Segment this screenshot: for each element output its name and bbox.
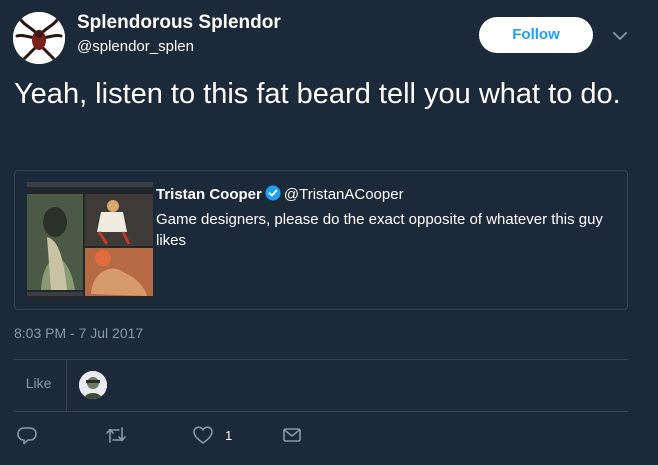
quoted-author[interactable]: Tristan Cooper @TristanACooper [156,185,404,205]
divider-top [14,359,628,360]
quoted-author-name[interactable]: Tristan Cooper [156,186,262,203]
quoted-tweet-text: Game designers, please do the exact oppo… [156,211,603,249]
tweet-timestamp[interactable]: 8:03 PM - 7 Jul 2017 [14,325,143,341]
like-stats-count: 1 [14,375,22,391]
like-count: 1 [225,428,233,443]
retweet-icon [104,424,128,446]
quoted-tweet[interactable]: Tristan Cooper @TristanACooper Game desig… [14,170,628,310]
caret-down-icon[interactable] [610,26,630,46]
tweet-text: Yeah, listen to this fat beard tell you … [14,78,621,110]
stats-divider [66,360,67,411]
retweet-button[interactable] [104,424,128,448]
follow-button[interactable]: Follow [479,17,593,53]
liker-avatar[interactable] [79,371,107,399]
user-avatar[interactable] [13,12,65,64]
direct-message-button[interactable] [281,424,303,448]
reply-icon [16,424,38,446]
user-handle[interactable]: @splendor_splen [77,38,194,55]
like-button[interactable] [192,424,214,448]
verified-icon [265,185,281,205]
quoted-tweet-image[interactable] [27,182,153,300]
like-stats[interactable]: 1 Like [14,375,51,391]
divider-bottom [14,411,628,412]
user-name[interactable]: Splendorous Splendor [77,12,281,34]
mail-icon [281,424,303,446]
quoted-author-handle[interactable]: @TristanACooper [284,186,404,203]
heart-icon [192,424,214,446]
like-stats-label: Like [25,375,52,391]
reply-button[interactable] [16,424,38,448]
